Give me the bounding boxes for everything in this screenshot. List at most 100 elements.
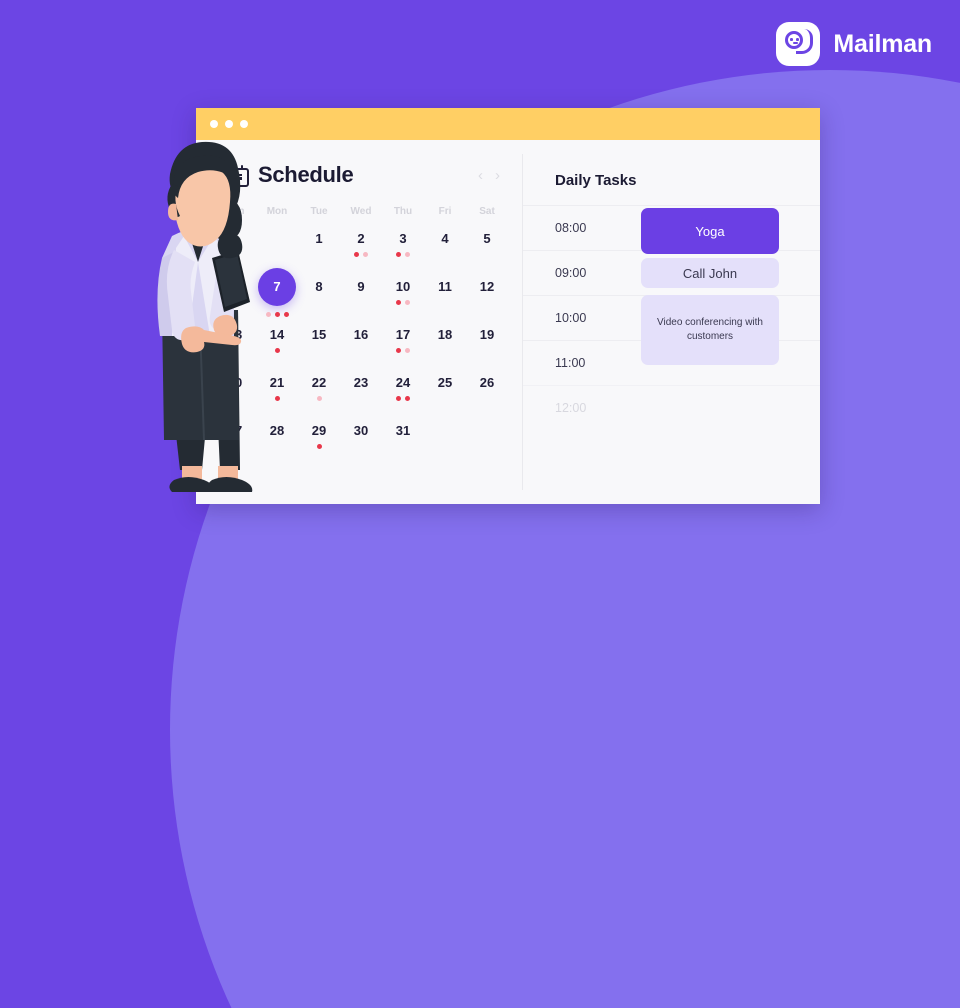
calendar-day-16[interactable]: 16 [340,325,382,367]
event-dot-pale [363,252,368,257]
calendar-day-15[interactable]: 15 [298,325,340,367]
calendar-day-31[interactable]: 31 [382,421,424,463]
weekday-thu: Thu [393,206,413,217]
calendar-day-number: 17 [395,327,411,342]
prev-month-button[interactable]: ‹ [478,168,483,183]
next-month-button[interactable]: › [495,168,500,183]
event-dot-solid [274,396,280,401]
calendar-day-event-dots [396,252,410,257]
calendar-day-2[interactable]: 2 [340,229,382,271]
task-time-label: 08:00 [555,221,587,235]
task-block-call-john[interactable]: Call John [641,258,779,288]
window-titlebar [196,108,820,140]
calendar-day-event-dots [316,396,322,401]
tasks-title: Daily Tasks [555,172,637,189]
calendar-day-number: 11 [438,279,452,294]
calendar-day-empty [466,421,508,463]
calendar-day-number: 16 [353,327,369,342]
event-dot-solid [354,252,359,257]
event-dot-solid [405,396,410,401]
woman-with-tablet-illustration [157,141,253,492]
calendar-day-23[interactable]: 23 [340,373,382,415]
task-time-label: 09:00 [555,266,587,280]
brand-logo: Mailman [776,22,932,66]
event-dot-solid [396,252,401,257]
task-block-video-conferencing[interactable]: Video conferencing with customers [641,295,779,365]
weekday-tue: Tue [310,206,328,217]
event-dot-solid [396,300,401,305]
task-time-label: 11:00 [555,356,586,370]
event-dot-pale [405,348,410,353]
calendar-day-9[interactable]: 9 [340,277,382,319]
calendar-day-number: 14 [269,327,285,342]
page-title: Schedule [258,162,354,187]
event-dot-pale [405,300,410,305]
calendar-day-number: 15 [311,327,327,342]
calendar-day-29[interactable]: 29 [298,421,340,463]
calendar-day-number: 19 [479,327,495,342]
calendar-day-number: 3 [399,231,407,246]
calendar-day-number: 30 [353,423,369,438]
event-dot-solid [274,348,280,353]
calendar-day-5[interactable]: 5 [466,229,508,271]
calendar-day-number: 4 [441,231,449,246]
event-dot-pale [405,252,410,257]
calendar-day-17[interactable]: 17 [382,325,424,367]
calendar-day-number: 5 [483,231,491,246]
calendar-day-event-dots [396,348,410,353]
calendar-day-number: 24 [395,375,411,390]
calendar-day-19[interactable]: 19 [466,325,508,367]
weekday-sat: Sat [479,206,495,217]
month-nav: ‹ › [478,168,500,183]
calendar-day-26[interactable]: 26 [466,373,508,415]
calendar-day-12[interactable]: 12 [466,277,508,319]
window-dot-maximize[interactable] [240,120,248,128]
calendar-day-event-dots [274,396,280,401]
calendar-day-number: 21 [269,375,285,390]
calendar-day-event-dots [274,348,280,353]
task-block-yoga[interactable]: Yoga [641,208,779,254]
task-time-label: 12:00 [555,401,587,415]
calendar-day-1[interactable]: 1 [298,229,340,271]
calendar-day-number: 29 [311,423,327,438]
calendar-day-number: 12 [479,279,495,294]
calendar-day-event-dots [316,444,322,449]
calendar-day-number: 2 [357,231,365,246]
calendar-day-11[interactable]: 11 [424,277,466,319]
task-rows: 08:00 09:00 10:00 11:00 12:00 Yoga Call John… [523,205,820,430]
calendar-day-10[interactable]: 10 [382,277,424,319]
event-dot-solid [274,312,280,317]
calendar-day-number: 28 [269,423,285,438]
calendar-day-22[interactable]: 22 [298,373,340,415]
calendar-day-number: 1 [315,231,323,246]
mailman-logo-icon [776,22,821,66]
weekday-wed: Wed [350,206,372,217]
calendar-day-4[interactable]: 4 [424,229,466,271]
calendar-day-number: 26 [479,375,495,390]
event-dot-solid [283,312,289,317]
calendar-day-18[interactable]: 18 [424,325,466,367]
calendar-day-24[interactable]: 24 [382,373,424,415]
brand-name: Mailman [833,29,932,58]
window-dot-minimize[interactable] [225,120,233,128]
calendar-day-30[interactable]: 30 [340,421,382,463]
calendar-day-event-dots [354,252,368,257]
event-dot-solid [396,348,401,353]
task-time-row[interactable]: 12:00 [523,385,820,430]
event-dot-solid [316,444,322,449]
calendar-day-number: 25 [437,375,453,390]
calendar-day-number: 31 [395,423,411,438]
window-dot-close[interactable] [210,120,218,128]
calendar-day-3[interactable]: 3 [382,229,424,271]
event-dot-pale [316,396,322,401]
calendar-day-event-dots [396,300,410,305]
calendar-day-8[interactable]: 8 [298,277,340,319]
calendar-day-number: 9 [357,279,365,294]
calendar-day-number: 18 [437,327,453,342]
calendar-day-event-dots [265,312,289,317]
task-time-label: 10:00 [555,311,587,325]
calendar-day-event-dots [396,396,410,401]
calendar-day-25[interactable]: 25 [424,373,466,415]
calendar-day-number: 10 [395,279,411,294]
calendar-day-number: 22 [311,375,327,390]
